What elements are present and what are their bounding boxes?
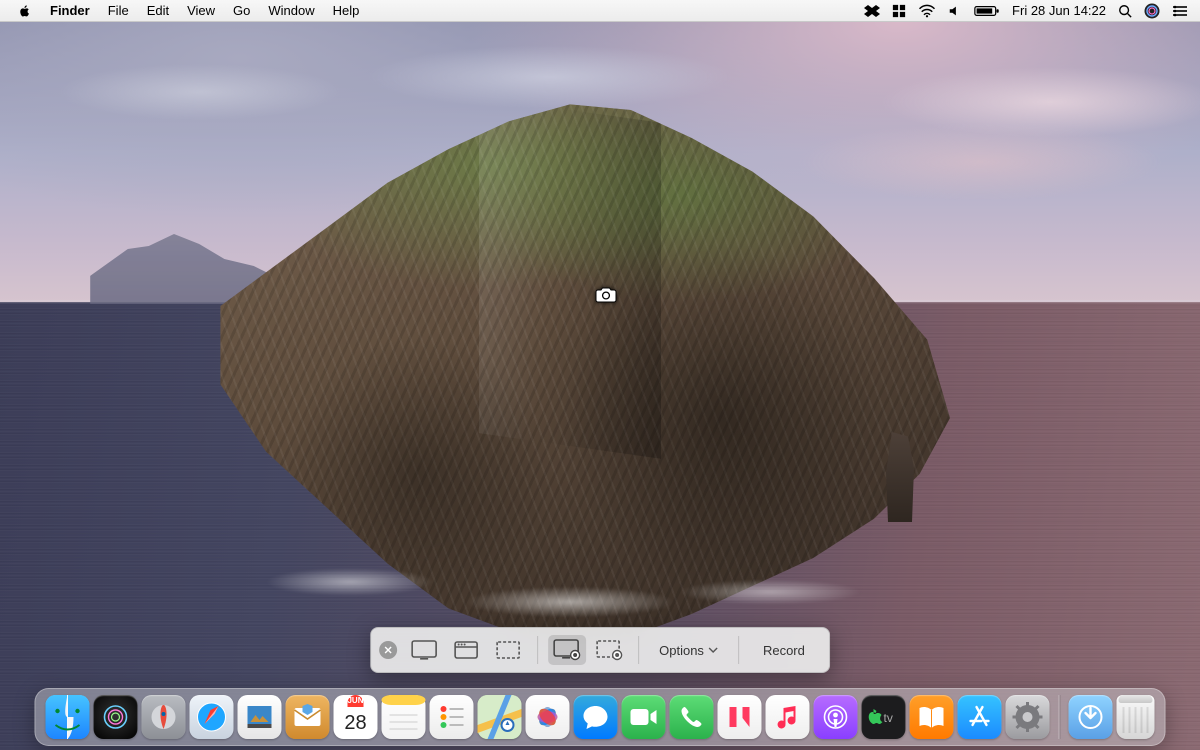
- menu-edit[interactable]: Edit: [139, 0, 177, 22]
- dock-app-messages[interactable]: [574, 695, 618, 739]
- dropbox-status-icon[interactable]: [864, 4, 880, 18]
- screenshot-record-button[interactable]: Record: [747, 643, 821, 658]
- dock-app-safari[interactable]: [190, 695, 234, 739]
- capture-selection-icon: [495, 640, 521, 660]
- spotlight-icon[interactable]: [1118, 4, 1132, 18]
- options-label: Options: [659, 643, 704, 658]
- record-entire-screen-icon: [553, 639, 581, 661]
- calendar-day-label: 28: [344, 707, 366, 739]
- dock-app-maps[interactable]: [478, 695, 522, 739]
- chevron-down-icon: [708, 647, 718, 653]
- menubar-clock[interactable]: Fri 28 Jun 14:22: [1012, 3, 1106, 18]
- dock-app-notes[interactable]: [382, 695, 426, 739]
- wifi-status-icon[interactable]: [918, 4, 936, 18]
- screenshot-options-button[interactable]: Options: [647, 643, 730, 658]
- dock-app-music[interactable]: [766, 695, 810, 739]
- dock-separator: [1059, 695, 1060, 739]
- record-selection-icon: [595, 639, 623, 661]
- phone-icon: [679, 704, 705, 730]
- dock-app-facetime[interactable]: [622, 695, 666, 739]
- record-label: Record: [763, 643, 805, 658]
- menu-help[interactable]: Help: [325, 0, 368, 22]
- capture-window-icon: [453, 640, 479, 660]
- tv-icon: tv: [867, 707, 901, 727]
- launchpad-icon: [149, 702, 179, 732]
- dock-app-system-preferences[interactable]: [1006, 695, 1050, 739]
- capture-window-button[interactable]: [447, 635, 485, 665]
- notes-icon: [382, 695, 426, 739]
- record-selection-button[interactable]: [590, 635, 628, 665]
- capture-selection-button[interactable]: [489, 635, 527, 665]
- menu-view[interactable]: View: [179, 0, 223, 22]
- siri-menubar-icon[interactable]: [1144, 3, 1160, 19]
- dock-app-mail[interactable]: [286, 695, 330, 739]
- svg-text:tv: tv: [884, 711, 893, 725]
- mail-icon: [293, 704, 323, 730]
- capture-entire-screen-icon: [411, 640, 437, 660]
- apple-logo-icon: [18, 4, 32, 18]
- books-icon: [917, 704, 947, 730]
- dock-app-finder[interactable]: [46, 695, 90, 739]
- dock-app-preview[interactable]: [238, 695, 282, 739]
- dock-app-siri[interactable]: [94, 695, 138, 739]
- menubar-app-name[interactable]: Finder: [42, 0, 98, 22]
- dock-app-appstore[interactable]: [958, 695, 1002, 739]
- screenshot-toolbar-close-button[interactable]: [379, 641, 397, 659]
- dock-app-books[interactable]: [910, 695, 954, 739]
- preview-icon: [245, 702, 275, 732]
- volume-status-icon[interactable]: [948, 4, 962, 18]
- calendar-month-label: JUN: [347, 695, 363, 707]
- battery-status-icon[interactable]: [974, 4, 1000, 18]
- messages-icon: [581, 703, 611, 731]
- dock-app-photos[interactable]: [526, 695, 570, 739]
- app-store-icon: [966, 703, 994, 731]
- music-icon: [775, 704, 801, 730]
- dock-trash[interactable]: [1117, 695, 1155, 739]
- dock-app-podcasts[interactable]: [814, 695, 858, 739]
- screenshot-toolbar: Options Record: [370, 627, 830, 673]
- dock: JUN 28: [35, 688, 1166, 746]
- maps-icon: [478, 695, 522, 739]
- capture-entire-screen-button[interactable]: [405, 635, 443, 665]
- menubar: Finder File Edit View Go Window Help Fri…: [0, 0, 1200, 22]
- dock-app-phone[interactable]: [670, 695, 714, 739]
- system-preferences-icon: [1013, 702, 1043, 732]
- podcasts-icon: [822, 703, 850, 731]
- finder-icon: [46, 695, 90, 739]
- safari-icon: [195, 700, 229, 734]
- dock-app-tv[interactable]: tv: [862, 695, 906, 739]
- dock-downloads-stack[interactable]: [1069, 695, 1113, 739]
- dock-app-reminders[interactable]: [430, 695, 474, 739]
- menu-go[interactable]: Go: [225, 0, 258, 22]
- menu-file[interactable]: File: [100, 0, 137, 22]
- screenshot-camera-cursor: [595, 285, 617, 308]
- menu-extra-grid-icon[interactable]: [892, 4, 906, 18]
- record-entire-screen-button[interactable]: [548, 635, 586, 665]
- dock-app-calendar[interactable]: JUN 28: [334, 695, 378, 739]
- news-icon: [726, 703, 754, 731]
- notification-center-icon[interactable]: [1172, 4, 1188, 18]
- photos-icon: [532, 701, 564, 733]
- menu-window[interactable]: Window: [260, 0, 322, 22]
- facetime-icon: [629, 706, 659, 728]
- siri-icon: [101, 702, 131, 732]
- dock-app-news[interactable]: [718, 695, 762, 739]
- apple-menu[interactable]: [10, 4, 40, 18]
- camera-icon: [595, 285, 617, 303]
- dock-app-launchpad[interactable]: [142, 695, 186, 739]
- reminders-icon: [438, 703, 466, 731]
- close-icon: [384, 646, 392, 654]
- downloads-icon: [1078, 704, 1104, 730]
